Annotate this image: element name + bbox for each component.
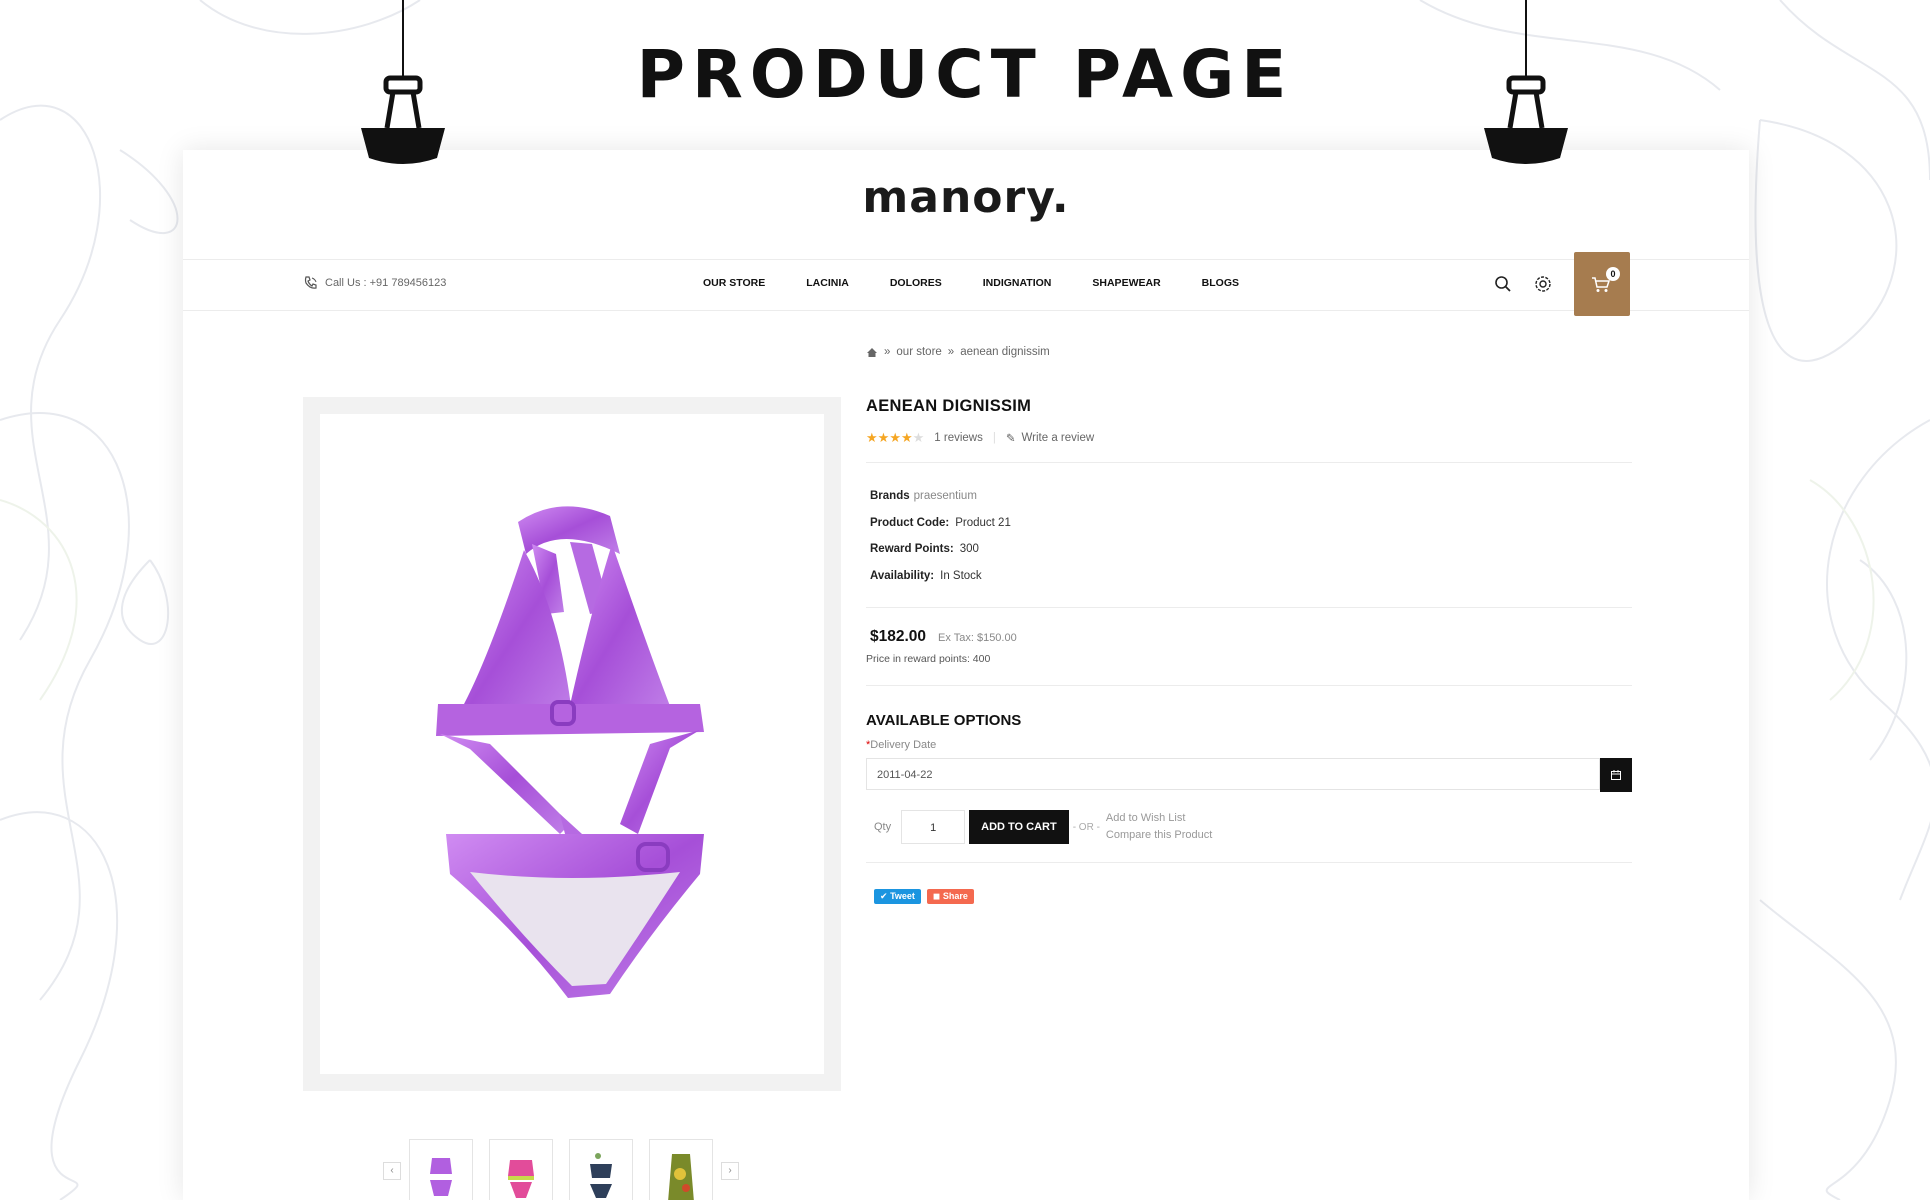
thumbnail-strip: ‹ › [383, 1139, 739, 1200]
availability-label: Availability: [870, 569, 935, 582]
availability-value: In Stock [940, 569, 982, 582]
tweet-label: Tweet [890, 891, 915, 901]
qty-label: Qty [874, 821, 892, 833]
delivery-date-label: *Delivery Date [866, 739, 937, 751]
breadcrumb-our-store[interactable]: our store [896, 346, 941, 358]
cart-button[interactable] [1574, 252, 1630, 316]
nav-our-store[interactable]: OUR STORE [703, 277, 765, 289]
or-separator: - OR - [1072, 821, 1100, 833]
divider [866, 685, 1632, 686]
home-icon[interactable] [866, 347, 878, 358]
delivery-date-label-text: Delivery Date [870, 739, 937, 751]
breadcrumb-separator: » [884, 346, 891, 358]
compare-product-link[interactable]: Compare this Product [1106, 827, 1212, 844]
chevron-left-icon[interactable]: ‹ [383, 1162, 401, 1180]
add-to-wishlist-link[interactable]: Add to Wish List [1106, 810, 1212, 827]
wishlist-compare-links: Add to Wish List Compare this Product [1106, 810, 1212, 844]
thumbnail-3[interactable] [569, 1139, 633, 1200]
product-code-label: Product Code: [870, 516, 950, 529]
cart-count-badge: 0 [1606, 267, 1620, 281]
rating-divider: | [992, 432, 996, 444]
divider [866, 862, 1632, 863]
calendar-button[interactable] [1600, 758, 1632, 792]
gear-icon[interactable] [1533, 274, 1553, 294]
delivery-date-value: 2011-04-22 [877, 769, 933, 781]
call-us: Call Us : +91 789456123 [303, 275, 446, 291]
product-image-frame [303, 397, 841, 1091]
product-code-value: Product 21 [955, 516, 1011, 529]
chevron-right-icon[interactable]: › [721, 1162, 739, 1180]
nav-menu: OUR STORE LACINIA DOLORES INDIGNATION SH… [703, 277, 1280, 289]
nav-indignation[interactable]: INDIGNATION [983, 277, 1052, 289]
brand-label: Brands [870, 490, 910, 502]
nav-blogs[interactable]: BLOGS [1202, 277, 1239, 289]
breadcrumb-separator: » [947, 346, 955, 358]
price-in-reward-points: Price in reward points: 400 [866, 653, 991, 665]
nav-lacinia[interactable]: LACINIA [806, 277, 849, 289]
available-options-title: AVAILABLE OPTIONS [866, 712, 1022, 729]
product-title: AENEAN DIGNISSIM [866, 397, 1032, 415]
calendar-icon [1611, 770, 1621, 780]
product-main-image[interactable] [320, 414, 824, 1074]
thumbnail-1[interactable] [409, 1139, 473, 1200]
thumbnail-4[interactable] [649, 1139, 713, 1200]
pencil-icon: ✎ [1005, 433, 1016, 445]
delivery-date-input[interactable]: 2011-04-22 [866, 758, 1632, 792]
search-icon[interactable] [1493, 274, 1513, 294]
left-hanger-icon [361, 0, 445, 164]
nav-shapewear[interactable]: SHAPEWEAR [1092, 277, 1160, 289]
breadcrumb: » our store » aenean dignissim [866, 346, 1050, 358]
price-row: $182.00 Ex Tax: $150.00 [866, 628, 1632, 646]
reviews-link[interactable]: 1 reviews [934, 432, 983, 444]
share-label: Share [942, 891, 968, 901]
rating-row: ★★★★★ 1 reviews | ✎ Write a review [866, 430, 1632, 446]
share-row: ✔ Tweet ◼ Share [866, 889, 1632, 904]
divider [866, 462, 1632, 463]
reward-points-label: Reward Points: [870, 543, 954, 555]
share-button[interactable]: ◼ Share [926, 889, 974, 904]
product-meta: Brands praesentium Product Code: Product 2… [866, 483, 1632, 589]
main-navbar: Call Us : +91 789456123 OUR STORE LACINI… [183, 259, 1749, 311]
reward-points-value: 300 [959, 543, 979, 555]
call-us-text: Call Us : +91 789456123 [325, 277, 447, 289]
brand-value[interactable]: praesentium [914, 490, 977, 502]
price: $182.00 [870, 628, 927, 645]
add-to-cart-button[interactable]: ADD TO CART [969, 810, 1069, 844]
add-to-cart-row: Qty 1 ADD TO CART - OR - Add to Wish Lis… [866, 810, 1632, 844]
store-logo[interactable]: manory. [183, 172, 1749, 223]
breadcrumb-product[interactable]: aenean dignissim [960, 346, 1050, 358]
write-review-link[interactable]: Write a review [1022, 432, 1095, 444]
ex-tax: Ex Tax: $150.00 [938, 632, 1017, 644]
share-icon: ◼ [932, 891, 941, 901]
product-details: AENEAN DIGNISSIM ★★★★★ 1 reviews | ✎ Wri… [866, 397, 1632, 904]
qty-input[interactable]: 1 [901, 810, 966, 844]
divider [866, 607, 1632, 608]
right-hanger-icon [1484, 0, 1568, 164]
twitter-icon: ✔ [880, 891, 888, 901]
banner-title: PRODUCT PAGE [636, 36, 1294, 113]
tweet-button[interactable]: ✔ Tweet [874, 889, 921, 904]
thumbnail-2[interactable] [489, 1139, 553, 1200]
phone-icon [304, 276, 317, 289]
store-page-sheet: manory. Call Us : +91 789456123 OUR STOR… [183, 150, 1749, 1200]
nav-dolores[interactable]: DOLORES [890, 277, 942, 289]
rating-stars: ★★★★★ [866, 430, 925, 445]
purple-bikini-image [436, 506, 704, 998]
